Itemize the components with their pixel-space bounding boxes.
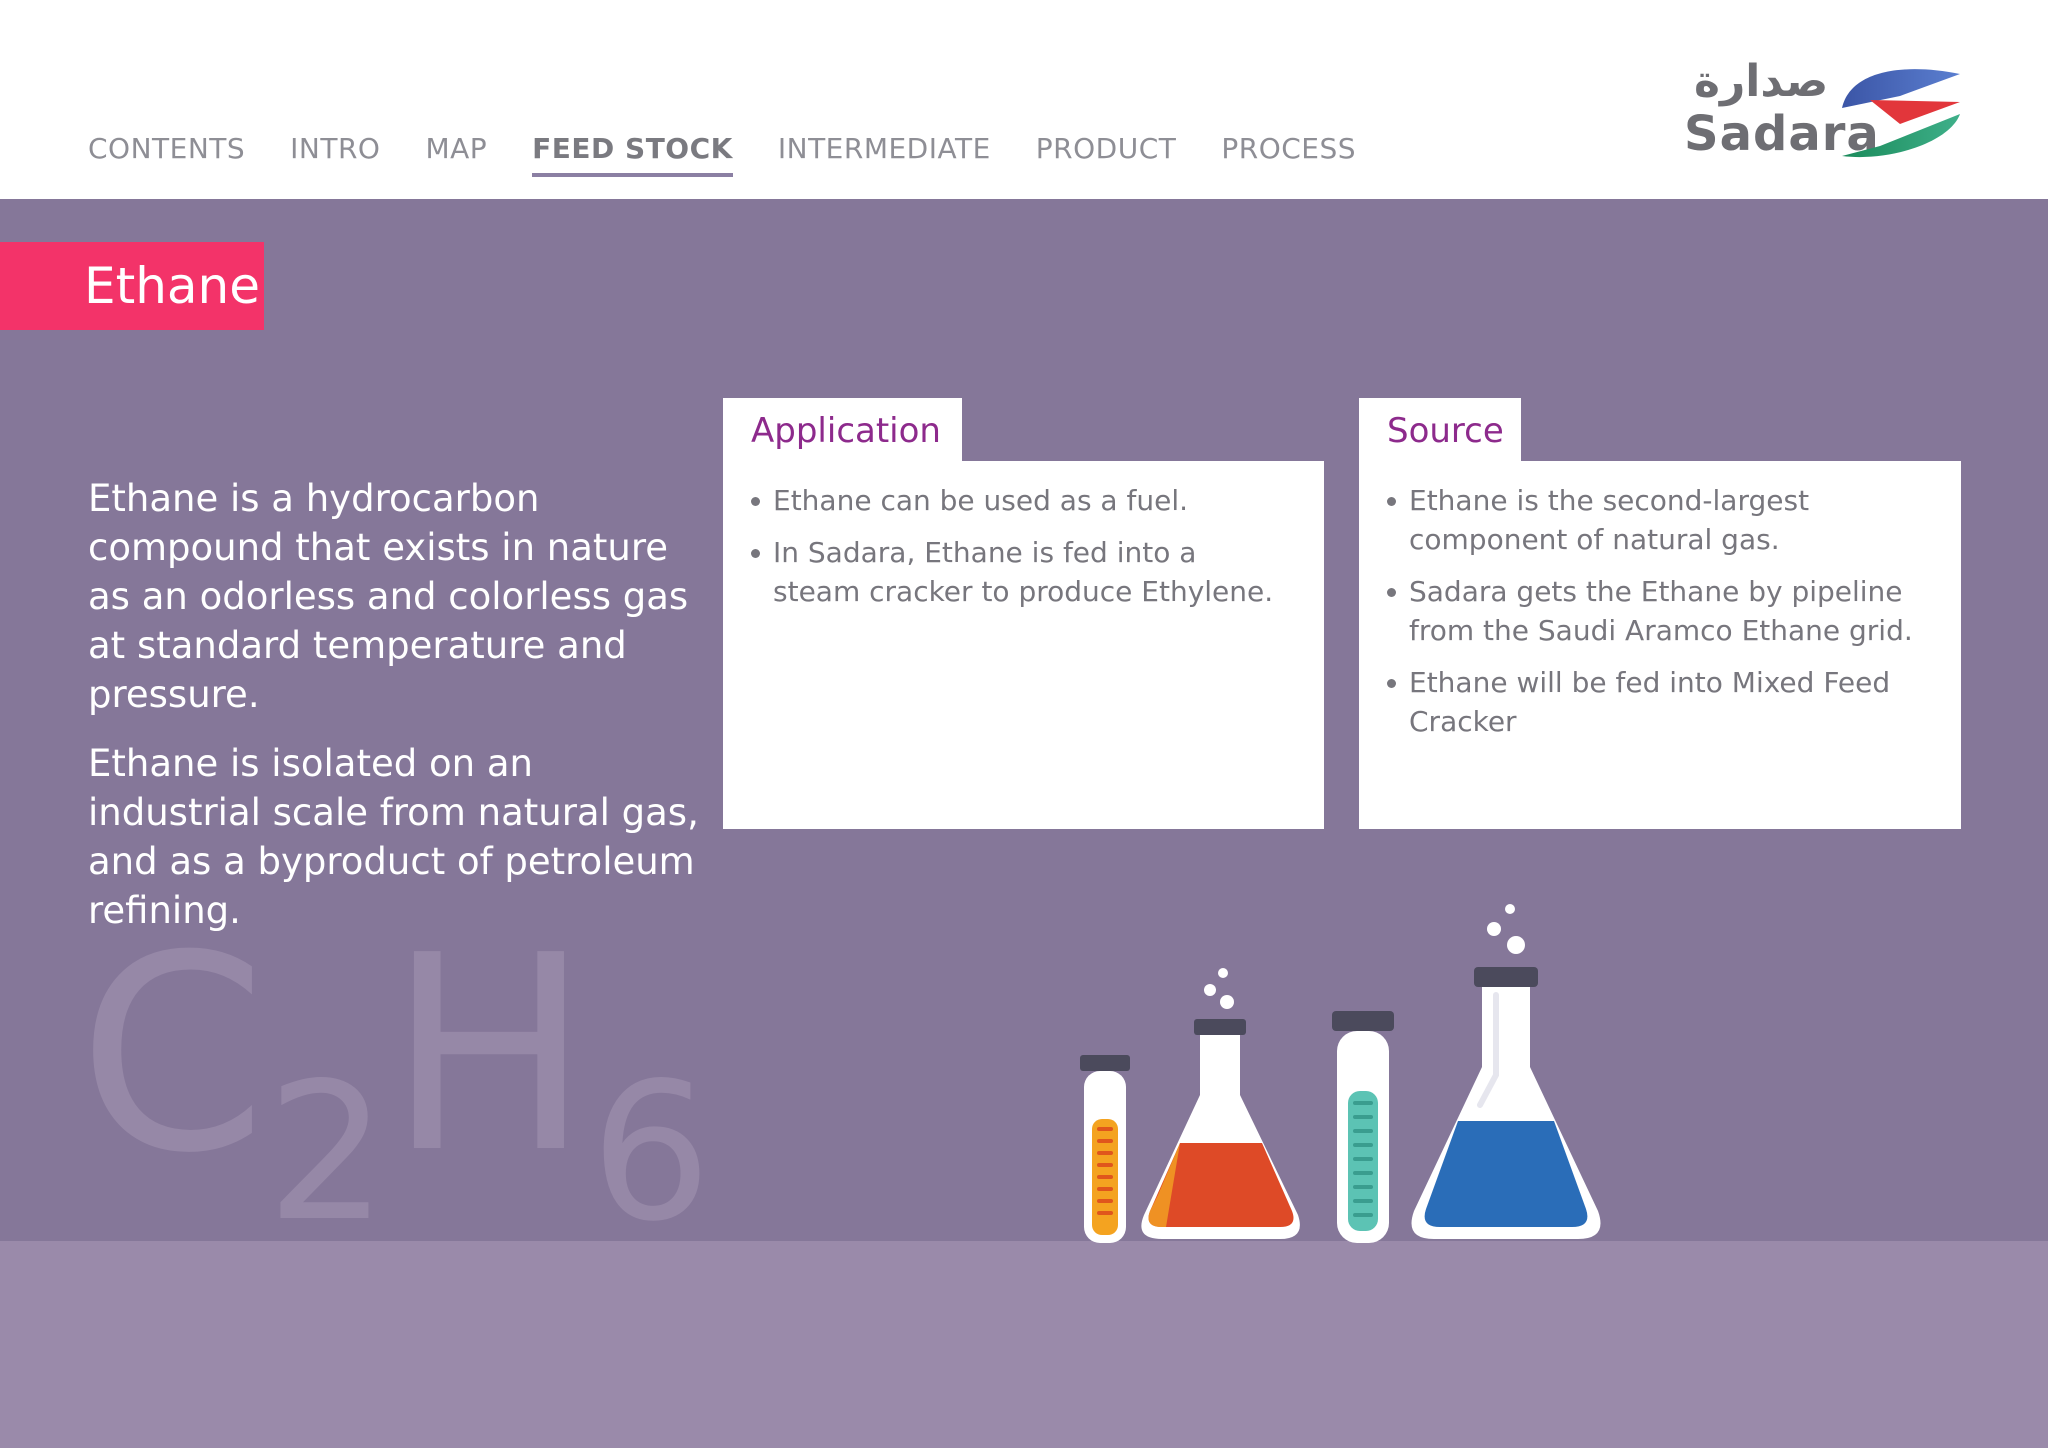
logo-arabic-text: صدارة: [1694, 56, 1829, 107]
source-card-title: Source: [1359, 398, 1521, 464]
intro-paragraph-2: Ethane is isolated on an industrial scal…: [88, 742, 699, 932]
source-list: Ethane is the second-largest component o…: [1387, 481, 1923, 741]
nav-item-process[interactable]: PROCESS: [1221, 132, 1356, 177]
top-nav: CONTENTS INTRO MAP FEED STOCK INTERMEDIA…: [88, 132, 1401, 177]
application-card-title: Application: [723, 398, 962, 464]
source-bullet-1: Ethane is the second-largest component o…: [1387, 481, 1923, 559]
source-card: Ethane is the second-largest component o…: [1359, 461, 1961, 829]
test-tube-teal-icon: [1332, 1011, 1394, 1243]
application-card: Ethane can be used as a fuel. In Sadara,…: [723, 461, 1324, 829]
formula-c-subscript: 2: [266, 1042, 388, 1263]
sadara-logo-icon: [1842, 69, 1960, 158]
source-title-text: Source: [1387, 411, 1504, 451]
nav-item-product[interactable]: PRODUCT: [1036, 132, 1177, 177]
source-bullet-3: Ethane will be fed into Mixed Feed Crack…: [1387, 663, 1923, 741]
application-title-text: Application: [751, 411, 941, 451]
nav-item-intro[interactable]: INTRO: [290, 132, 380, 177]
flask-blue-icon: [1411, 904, 1601, 1239]
test-tube-orange-icon: [1080, 1055, 1130, 1243]
source-bullet-2: Sadara gets the Ethane by pipeline from …: [1387, 572, 1923, 650]
floor-band: [0, 1241, 2048, 1448]
nav-item-contents[interactable]: CONTENTS: [88, 132, 245, 177]
application-list: Ethane can be used as a fuel. In Sadara,…: [751, 481, 1286, 611]
formula-h-subscript: 6: [590, 1042, 712, 1263]
flask-red-icon: [1141, 968, 1300, 1239]
nav-item-feed-stock[interactable]: FEED STOCK: [532, 132, 733, 177]
application-bullet-2: In Sadara, Ethane is fed into a steam cr…: [751, 533, 1286, 611]
chemical-formula: C2H6: [78, 920, 711, 1248]
application-bullet-1: Ethane can be used as a fuel.: [751, 481, 1286, 520]
page-title: Ethane: [0, 242, 264, 330]
sadara-logo[interactable]: صدارة Sadara: [1680, 56, 1962, 166]
page-title-text: Ethane: [84, 257, 260, 315]
header: CONTENTS INTRO MAP FEED STOCK INTERMEDIA…: [0, 0, 2048, 199]
intro-paragraph-1: Ethane is a hydrocarbon compound that ex…: [88, 477, 689, 716]
nav-item-intermediate[interactable]: INTERMEDIATE: [778, 132, 991, 177]
nav-item-map[interactable]: MAP: [425, 132, 487, 177]
lab-glassware-illustration: [1080, 904, 1601, 1243]
intro-text: Ethane is a hydrocarbon compound that ex…: [88, 474, 708, 955]
